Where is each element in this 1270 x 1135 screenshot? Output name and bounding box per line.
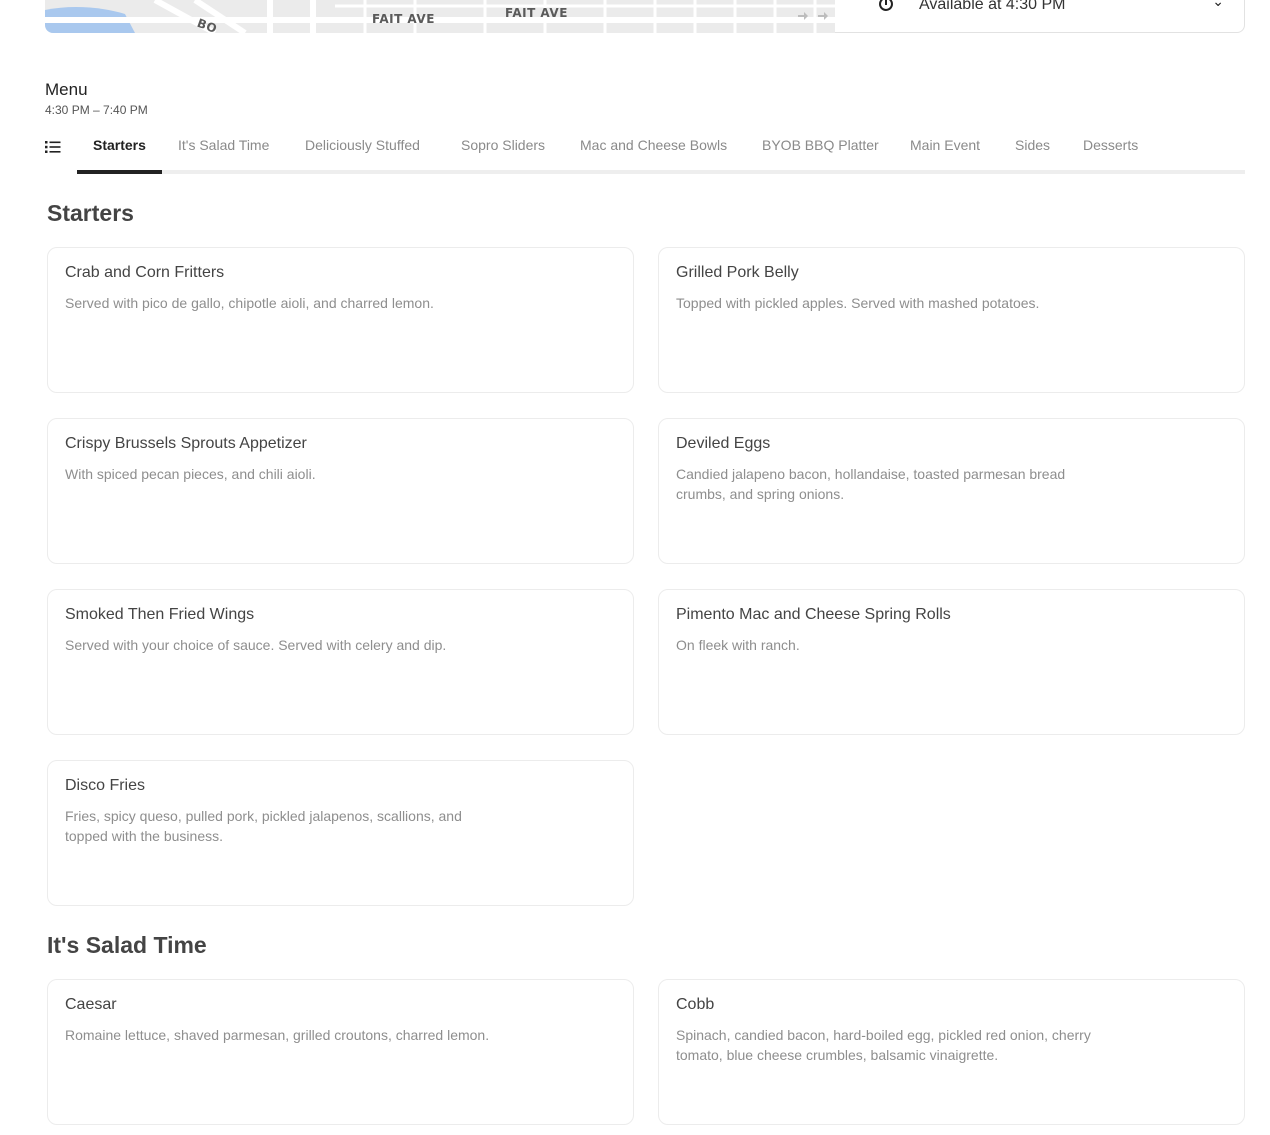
menu-hours: 4:30 PM – 7:40 PM [45, 103, 148, 117]
availability-selector[interactable]: Available at 4:30 PM ⌄ [835, 0, 1245, 33]
menu-item-name: Grilled Pork Belly [676, 264, 799, 281]
active-tab-indicator [77, 170, 162, 174]
tab-sopro-sliders[interactable]: Sopro Sliders [461, 137, 545, 153]
menu-item-description: Fries, spicy queso, pulled pork, pickled… [65, 808, 462, 844]
menu-item-card[interactable]: Smoked Then Fried Wings Served with your… [47, 589, 634, 735]
menu-item-description: Spinach, candied bacon, hard-boiled egg,… [676, 1027, 1091, 1063]
menu-item-name: Smoked Then Fried Wings [65, 606, 255, 623]
tab-sides[interactable]: Sides [1015, 137, 1050, 153]
tab-desserts[interactable]: Desserts [1083, 137, 1138, 153]
map-street-label: FAIT AVE [505, 6, 568, 20]
menu-item-name: Deviled Eggs [676, 435, 771, 452]
tab-byob-bbq-platter[interactable]: BYOB BBQ Platter [762, 137, 879, 153]
map-roads [45, 0, 835, 33]
menu-item-name: Cobb [676, 996, 715, 1013]
menu-item-card[interactable]: Cobb Spinach, candied bacon, hard-boiled… [658, 979, 1245, 1125]
menu-item-card[interactable]: Disco Fries Fries, spicy queso, pulled p… [47, 760, 634, 906]
menu-item-card[interactable]: Pimento Mac and Cheese Spring Rolls On f… [658, 589, 1245, 735]
menu-item-card[interactable]: Crab and Corn Fritters Served with pico … [47, 247, 634, 393]
menu-item-card[interactable]: Grilled Pork Belly Topped with pickled a… [658, 247, 1245, 393]
availability-text: Available at 4:30 PM [919, 0, 1066, 13]
menu-item-description: Topped with pickled apples. Served with … [676, 295, 1040, 311]
map-preview[interactable]: FAIT AVE FAIT AVE BO [45, 0, 835, 33]
menu-item-description: Served with pico de gallo, chipotle aiol… [65, 295, 434, 311]
menu-item-description: On fleek with ranch. [676, 637, 800, 653]
menu-item-card[interactable]: Deviled Eggs Candied jalapeno bacon, hol… [658, 418, 1245, 564]
section-title-starters: Starters [47, 200, 134, 226]
list-icon[interactable] [45, 140, 61, 154]
section-title-its-salad-time: It's Salad Time [47, 932, 207, 958]
menu-item-card[interactable]: Caesar Romaine lettuce, shaved parmesan,… [47, 979, 634, 1125]
menu-item-description: Candied jalapeno bacon, hollandaise, toa… [676, 466, 1066, 502]
menu-item-name: Crispy Brussels Sprouts Appetizer [65, 435, 307, 452]
menu-item-name: Pimento Mac and Cheese Spring Rolls [676, 606, 951, 623]
menu-title: Menu [45, 80, 88, 99]
menu-item-description: With spiced pecan pieces, and chili aiol… [65, 466, 316, 482]
chevron-down-icon: ⌄ [1212, 0, 1224, 9]
tab-mac-and-cheese-bowls[interactable]: Mac and Cheese Bowls [580, 137, 727, 153]
tabs-baseline [77, 170, 1245, 174]
menu-item-description: Romaine lettuce, shaved parmesan, grille… [65, 1027, 490, 1043]
tab-deliciously-stuffed[interactable]: Deliciously Stuffed [305, 137, 420, 153]
top-bar: FAIT AVE FAIT AVE BO Available at 4:30 P… [45, 0, 1245, 33]
menu-item-name: Disco Fries [65, 777, 146, 794]
tab-main-event[interactable]: Main Event [910, 137, 980, 153]
map-street-label: FAIT AVE [372, 12, 435, 26]
tab-its-salad-time[interactable]: It's Salad Time [178, 137, 269, 153]
clock-icon [879, 0, 893, 11]
menu-item-card[interactable]: Crispy Brussels Sprouts Appetizer With s… [47, 418, 634, 564]
menu-item-name: Caesar [65, 996, 117, 1013]
tab-starters[interactable]: Starters [93, 137, 146, 153]
menu-item-description: Served with your choice of sauce. Served… [65, 637, 447, 653]
category-tabs: Starters It's Salad Time Deliciously Stu… [45, 128, 1245, 174]
menu-item-name: Crab and Corn Fritters [65, 264, 225, 281]
